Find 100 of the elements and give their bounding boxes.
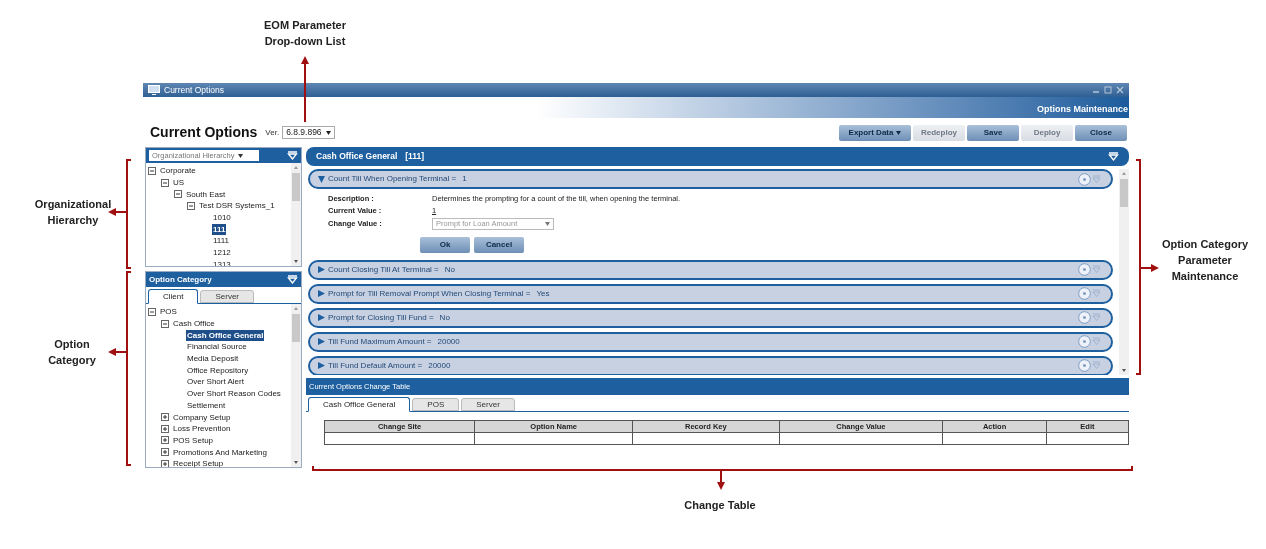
chevron-down-icon[interactable]: [1092, 337, 1101, 346]
triangle-right-icon: [318, 290, 325, 297]
collapse-icon[interactable]: [148, 166, 156, 175]
scroll-thumb[interactable]: [292, 173, 300, 201]
caret-icon: [325, 130, 331, 135]
disc-icon[interactable]: [1078, 263, 1091, 276]
option-value: 20000: [428, 359, 451, 372]
chevron-down-icon[interactable]: [1092, 289, 1101, 298]
tree-item[interactable]: 1212: [212, 247, 232, 259]
tree-item[interactable]: POS Setup: [172, 434, 215, 446]
chevron-down-icon[interactable]: [1092, 265, 1101, 274]
tree-item[interactable]: 1313: [212, 258, 232, 266]
collapse-panel-icon[interactable]: [287, 151, 298, 160]
option-value: No: [444, 263, 456, 276]
option-row[interactable]: Till Fund Maximum Amount = 20000: [308, 331, 1113, 352]
window-title: Current Options: [164, 83, 224, 97]
expand-icon[interactable]: [161, 448, 169, 457]
toolbar-button[interactable]: Save: [967, 124, 1019, 141]
disc-icon[interactable]: [1078, 287, 1091, 300]
tree-item[interactable]: 111: [212, 223, 227, 235]
caret-icon: [237, 153, 243, 158]
collapse-panel-icon[interactable]: [287, 275, 298, 284]
triangle-right-icon: [318, 338, 325, 345]
callout-label: Option Category Parameter Maintenance: [1160, 237, 1250, 284]
tree-item[interactable]: Media Deposit: [186, 353, 240, 365]
disc-icon[interactable]: [1078, 335, 1091, 348]
tree-item[interactable]: Corporate: [159, 165, 197, 177]
callout-label: Organizational Hierarchy: [33, 197, 113, 228]
option-row[interactable]: Prompt for Closing Till Fund = No: [308, 307, 1113, 328]
chevron-down-icon[interactable]: [1092, 174, 1101, 184]
tree-item[interactable]: Office Repository: [186, 364, 250, 376]
panel-title: Option Category: [149, 273, 212, 286]
collapse-icon[interactable]: [148, 307, 156, 316]
triangle-right-icon: [318, 362, 325, 369]
tree-item[interactable]: POS: [159, 306, 178, 318]
tab[interactable]: Server: [200, 290, 254, 303]
tree-item[interactable]: 1010: [212, 212, 232, 224]
option-row[interactable]: Count Closing Till At Terminal = No: [308, 259, 1113, 280]
scroll-down-icon[interactable]: [293, 459, 299, 465]
cancel-button[interactable]: Cancel: [474, 236, 524, 253]
option-row[interactable]: Count Till When Opening Terminal = 1: [308, 169, 1113, 189]
close-icon[interactable]: [1116, 86, 1124, 94]
expand-icon[interactable]: [161, 424, 169, 433]
scroll-up-icon[interactable]: [293, 165, 299, 171]
option-label: Till Fund Default Amount =: [328, 359, 423, 372]
triangle-down-icon: [318, 175, 325, 183]
expand-icon[interactable]: [161, 459, 169, 467]
scroll-up-icon[interactable]: [1121, 171, 1127, 177]
tree-item[interactable]: Loss Prevention: [172, 423, 232, 435]
tree-item[interactable]: Over Short Reason Codes: [186, 388, 282, 400]
option-label: Count Till When Opening Terminal =: [328, 173, 457, 185]
scroll-down-icon[interactable]: [293, 258, 299, 264]
scroll-thumb[interactable]: [1120, 179, 1128, 207]
option-row[interactable]: Till Fund Default Amount = 20000: [308, 355, 1113, 375]
tree-item[interactable]: Promotions And Marketing: [172, 446, 268, 458]
disc-icon[interactable]: [1078, 172, 1091, 186]
tree-item[interactable]: Receipt Setup: [172, 458, 225, 467]
scrollbar[interactable]: [291, 163, 301, 266]
collapse-panel-icon[interactable]: [1108, 152, 1119, 161]
tree-item[interactable]: Test DSR Systems_1: [198, 200, 276, 212]
collapse-icon[interactable]: [187, 201, 195, 210]
toolbar-button[interactable]: Close: [1075, 124, 1127, 141]
scroll-down-icon[interactable]: [1121, 367, 1127, 373]
tree-item[interactable]: Cash Office: [172, 318, 216, 330]
tree-item[interactable]: Settlement: [186, 399, 227, 411]
tab[interactable]: Cash Office General: [308, 397, 411, 412]
triangle-right-icon: [318, 266, 325, 273]
expand-icon[interactable]: [161, 413, 169, 422]
option-label: Prompt for Closing Till Fund =: [328, 311, 434, 324]
callout-label: EOM Parameter Drop-down List: [263, 18, 347, 49]
option-value: 1: [462, 173, 467, 185]
option-row[interactable]: Prompt for Till Removal Prompt When Closing Terminal = Yes: [308, 283, 1113, 304]
tree-item[interactable]: Cash Office General: [186, 329, 265, 341]
disc-icon[interactable]: [1078, 311, 1091, 324]
scrollbar[interactable]: [1119, 169, 1129, 375]
tree-item[interactable]: Company Setup: [172, 411, 232, 423]
tab[interactable]: POS: [412, 398, 460, 411]
tab[interactable]: Server: [461, 398, 515, 411]
tree-item[interactable]: Financial Source: [186, 341, 248, 353]
tab[interactable]: Client: [148, 289, 199, 304]
version-dropdown[interactable]: 6.8.9.896: [282, 126, 335, 139]
scroll-up-icon[interactable]: [293, 306, 299, 312]
disc-icon[interactable]: [1078, 359, 1091, 372]
tree-item[interactable]: Over Short Alert: [186, 376, 245, 388]
tree-item[interactable]: US: [172, 177, 186, 189]
site-code: [111]: [405, 150, 425, 163]
collapse-icon[interactable]: [174, 190, 182, 199]
toolbar-button[interactable]: Export Data: [839, 124, 911, 141]
expand-icon[interactable]: [161, 436, 169, 445]
chevron-down-icon[interactable]: [1092, 361, 1101, 370]
callout-label: Change Table: [683, 498, 757, 513]
ok-button[interactable]: Ok: [420, 236, 470, 253]
scrollbar[interactable]: [291, 304, 301, 467]
scroll-thumb[interactable]: [292, 314, 300, 342]
tree-item[interactable]: South East: [185, 188, 227, 200]
maximize-icon[interactable]: [1104, 86, 1112, 94]
collapse-icon[interactable]: [161, 319, 169, 328]
collapse-icon[interactable]: [161, 178, 169, 187]
chevron-down-icon[interactable]: [1092, 313, 1101, 322]
tree-item[interactable]: 1111: [212, 235, 230, 247]
